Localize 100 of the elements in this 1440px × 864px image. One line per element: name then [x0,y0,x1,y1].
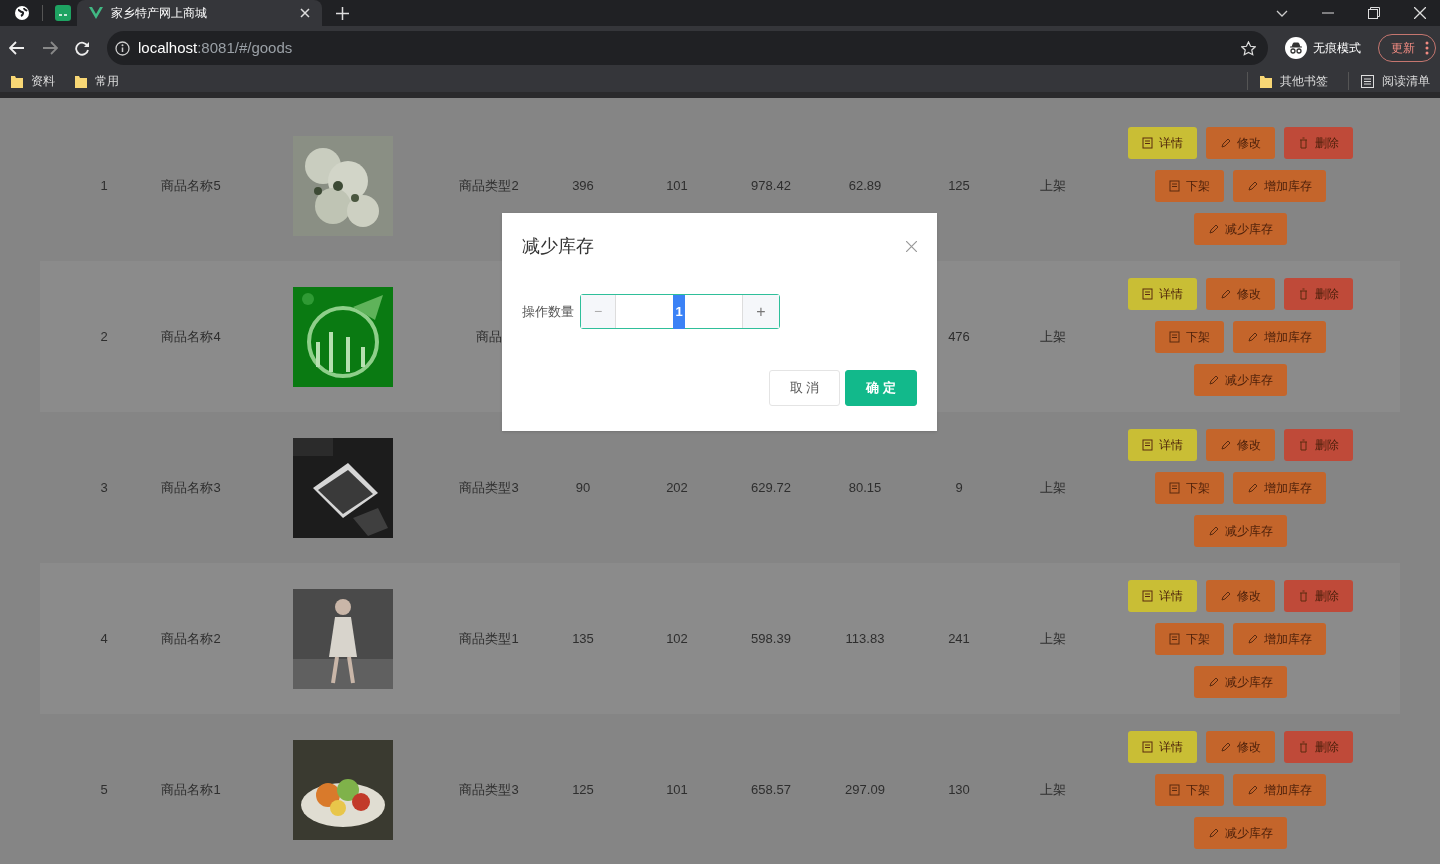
action-button[interactable]: 修改 [1205,579,1275,612]
table-cell-text: 商品名称5 [161,176,221,195]
action-button[interactable]: 修改 [1205,126,1275,159]
action-button[interactable]: 减少库存 [1193,665,1287,698]
trash-icon [1297,136,1309,149]
action-button[interactable]: 增加库存 [1232,471,1326,504]
table-cell-text: 上架 [1040,629,1066,648]
pencil-icon [1207,524,1219,537]
forward-icon[interactable] [42,41,58,55]
action-button[interactable]: 删除 [1283,428,1353,461]
document-icon [1141,589,1153,602]
pencil-icon [1219,740,1231,753]
action-button[interactable]: 下架 [1154,622,1224,655]
decrease-button[interactable]: − [581,295,616,328]
url-text: localhost:8081/#/goods [138,37,294,58]
trash-icon [1297,287,1309,300]
action-button[interactable]: 减少库存 [1193,816,1287,849]
browser-tab[interactable]: 家乡特产网上商城 [77,0,322,26]
table-cell-text: 商品名称1 [161,780,221,799]
action-button[interactable]: 下架 [1154,320,1224,353]
bookmark-link[interactable]: 阅读清单 [1382,72,1430,90]
action-button[interactable]: 下架 [1154,169,1224,202]
action-button[interactable]: 详情 [1127,730,1197,763]
table-cell-text: 上架 [1040,327,1066,346]
pencil-icon [1219,438,1231,451]
pencil-icon [1219,136,1231,149]
table-cell-text: 上架 [1040,478,1066,497]
table-cell-text: 商品名称2 [161,629,221,648]
table-cell-text: 商品类型1 [459,629,519,648]
action-button[interactable]: 删除 [1283,277,1353,310]
table-cell-text: 297.09 [845,780,885,799]
table-cell-text: 9 [955,478,963,497]
table-cell-text: 102 [666,629,688,648]
table-cell-text: 629.72 [751,478,791,497]
app-icon[interactable] [55,5,71,21]
action-button[interactable]: 删除 [1283,730,1353,763]
action-button[interactable]: 删除 [1283,579,1353,612]
chevron-down-icon[interactable] [1276,9,1288,17]
more-icon[interactable] [1425,41,1429,55]
action-button[interactable]: 减少库存 [1193,212,1287,245]
back-icon[interactable] [9,41,25,55]
globe-icon[interactable] [14,5,30,21]
action-button[interactable]: 详情 [1127,579,1197,612]
action-button[interactable]: 详情 [1127,428,1197,461]
pencil-icon [1246,783,1258,796]
action-button[interactable]: 增加库存 [1232,622,1326,655]
document-icon [1168,783,1180,796]
table-cell-text: 598.39 [751,629,791,648]
action-button[interactable]: 减少库存 [1193,514,1287,547]
dialog-button[interactable]: 确 定 [845,370,917,406]
v-logo-icon [89,7,103,19]
table-cell-text: 商品 [476,327,502,346]
folder-icon [1260,74,1272,88]
action-button[interactable]: 修改 [1205,730,1275,763]
bookmark-link[interactable]: 常用 [95,72,119,90]
table-cell-text: 商品类型3 [459,478,519,497]
info-icon[interactable] [115,40,130,56]
quantity-field[interactable]: 1 [616,295,742,328]
folder-icon [75,74,87,88]
pencil-icon [1207,826,1219,839]
action-button[interactable]: 详情 [1127,277,1197,310]
field-label: 操作数量 [522,302,575,321]
restore-icon[interactable] [1368,7,1380,19]
bookmark-link[interactable]: 其他书签 [1280,72,1328,90]
action-button[interactable]: 详情 [1127,126,1197,159]
action-button[interactable]: 修改 [1205,277,1275,310]
pencil-icon [1207,222,1219,235]
pencil-icon [1246,481,1258,494]
table-cell-text: 4 [100,629,108,648]
table-cell-text: 202 [666,478,688,497]
action-button[interactable]: 下架 [1154,471,1224,504]
table-cell-text: 978.42 [751,176,791,195]
action-button[interactable]: 增加库存 [1232,320,1326,353]
bookmark-link[interactable]: 资料 [31,72,55,90]
action-button[interactable]: 减少库存 [1193,363,1287,396]
reload-icon[interactable] [75,40,90,56]
action-button[interactable]: 增加库存 [1232,169,1326,202]
star-icon[interactable] [1241,40,1256,56]
profile-label[interactable]: 无痕模式 [1313,39,1361,57]
table-cell-text: 5 [100,780,108,799]
table-cell-text: 125 [948,176,970,195]
number-stepper[interactable]: − 1 + [580,294,780,329]
address-bar[interactable]: localhost:8081/#/goods [107,31,1268,65]
action-button[interactable]: 删除 [1283,126,1353,159]
table-cell-text: 商品名称4 [161,327,221,346]
table-cell-text: 90 [575,478,591,497]
dialog-button[interactable]: 取 消 [768,370,841,406]
trash-icon [1297,589,1309,602]
table-cell-text: 135 [572,629,594,648]
table-cell-text: 125 [572,780,594,799]
table-cell-text: 113.83 [845,629,885,648]
action-button[interactable]: 修改 [1205,428,1275,461]
action-button[interactable]: 增加库存 [1232,773,1326,806]
table-cell-text: 101 [666,176,688,195]
table-cell-text: 658.57 [751,780,791,799]
action-button[interactable]: 下架 [1154,773,1224,806]
increase-button[interactable]: + [742,295,779,328]
table-cell-text: 商品类型2 [459,176,519,195]
new-tab-icon[interactable] [336,7,349,20]
pencil-icon [1246,632,1258,645]
